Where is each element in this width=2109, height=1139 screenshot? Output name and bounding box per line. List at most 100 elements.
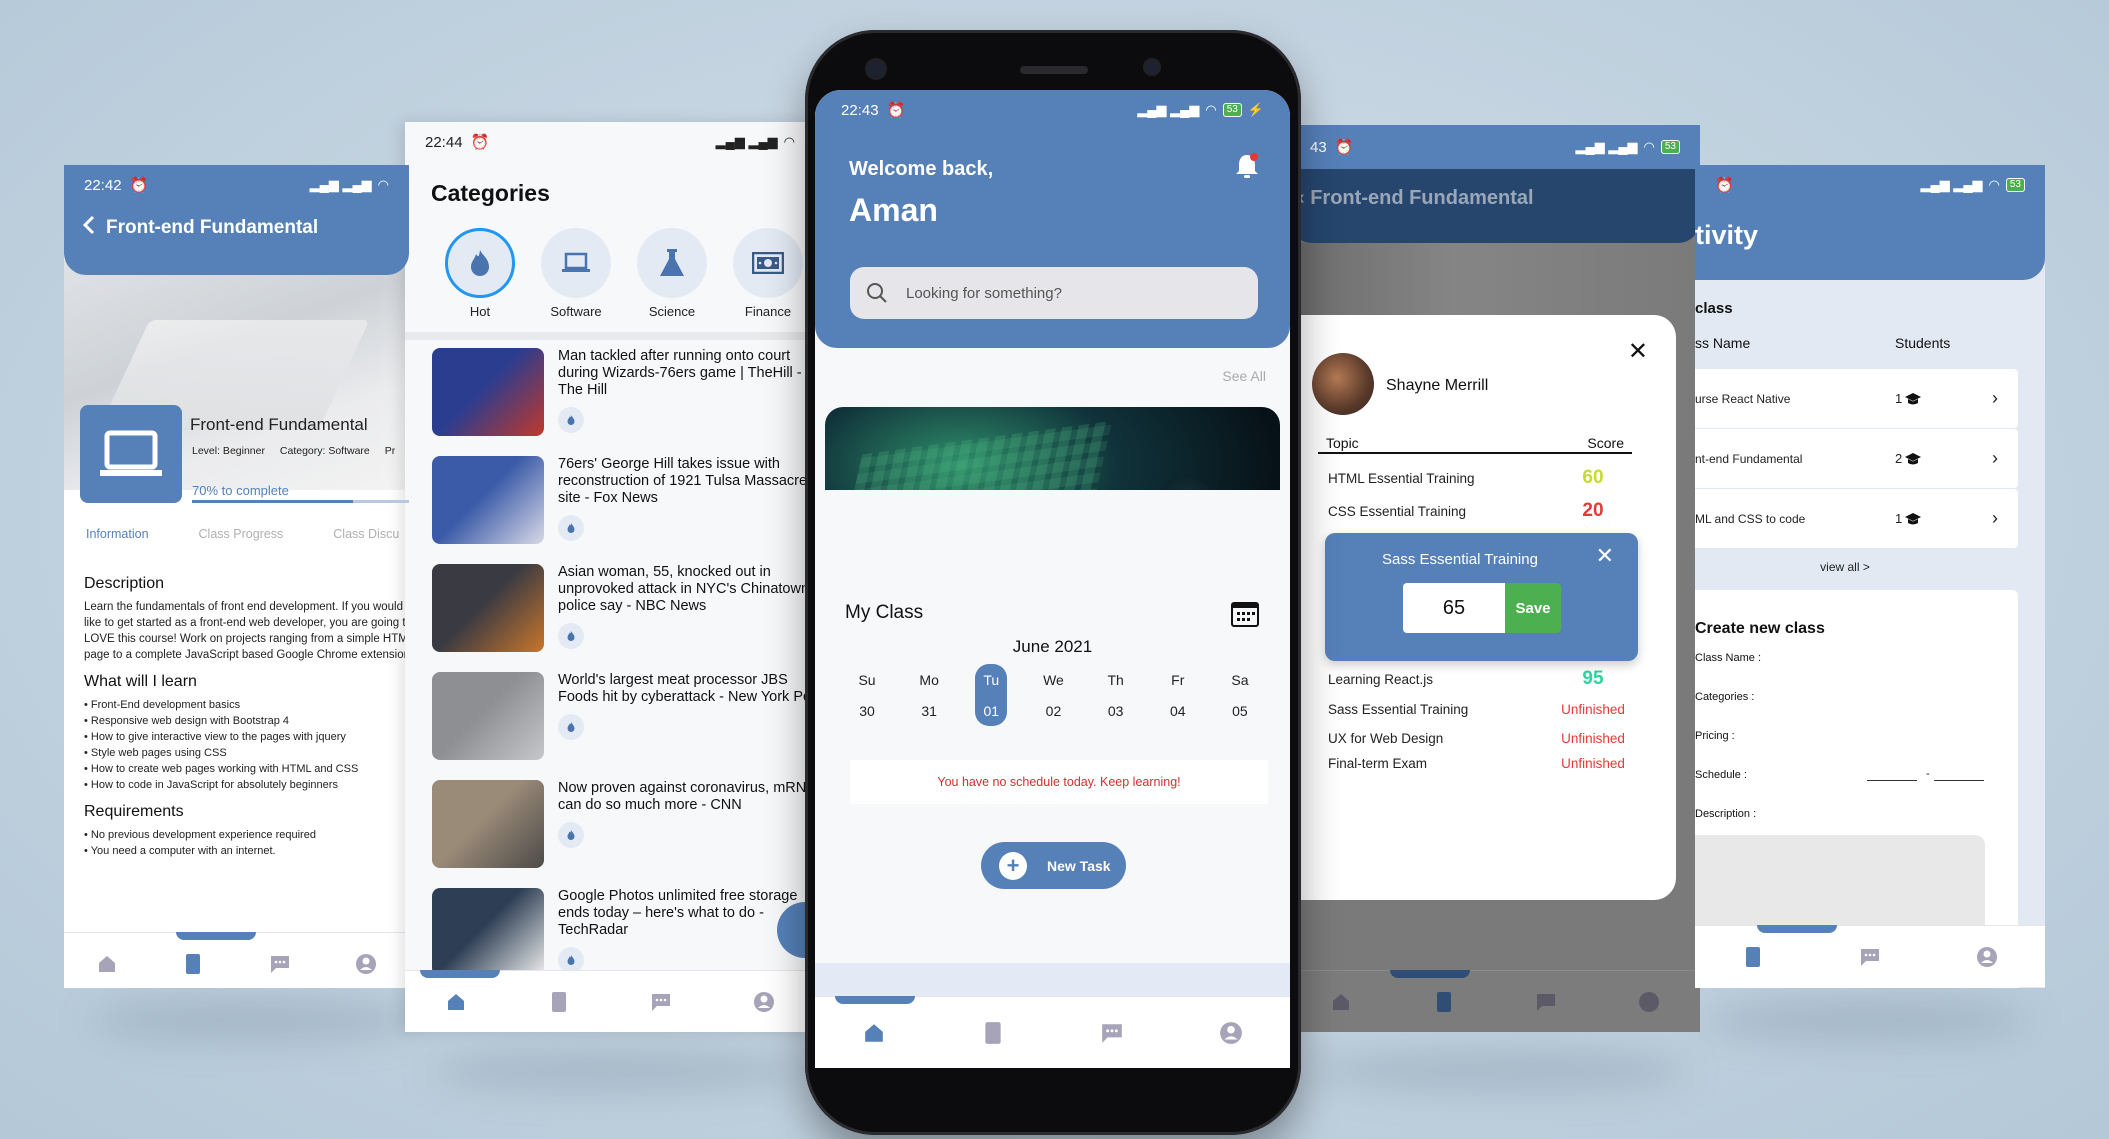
see-all-link[interactable]: See All: [1222, 368, 1266, 384]
alarm-icon: ⏰: [129, 177, 149, 194]
nav-classes[interactable]: [1739, 943, 1767, 971]
notifications-button[interactable]: [1234, 152, 1260, 185]
save-button[interactable]: Save: [1505, 583, 1561, 633]
nav-chat[interactable]: [266, 950, 294, 978]
nav-classes[interactable]: [979, 1019, 1007, 1047]
close-button[interactable]: ✕: [1596, 543, 1614, 569]
news-category-tag: [558, 714, 584, 740]
calendar-day[interactable]: Sa 05: [1224, 664, 1256, 726]
course-category: Category: Software: [279, 445, 370, 457]
day-of-week: Su: [858, 671, 876, 688]
category-finance[interactable]: Finance: [733, 228, 803, 319]
nav-classes[interactable]: [545, 988, 573, 1016]
category-science[interactable]: Science: [637, 228, 707, 319]
close-button[interactable]: ✕: [1628, 337, 1648, 366]
score-input[interactable]: [1403, 583, 1505, 633]
category-hot[interactable]: Hot: [445, 228, 515, 319]
student-count-value: 1: [1895, 391, 1903, 406]
user-name: Aman: [849, 192, 938, 228]
header-title-row: Front-end Fundamental: [82, 215, 318, 241]
bottom-nav: [64, 932, 409, 988]
status-time: 43: [1310, 138, 1327, 156]
table-row[interactable]: HTML Essential Training 60: [1328, 460, 1633, 496]
status-bar: 22:42 ⏰ ▂▄▆ ▂▄▆ ◠: [64, 165, 409, 205]
class-row[interactable]: nt-end Fundamental 2 ›: [1695, 429, 2018, 488]
nav-profile[interactable]: [1635, 988, 1663, 1016]
table-row[interactable]: Learning React.js 95: [1328, 664, 1633, 694]
nav-profile[interactable]: [352, 950, 380, 978]
nav-home[interactable]: [1327, 988, 1355, 1016]
tab-information[interactable]: Information: [86, 527, 149, 541]
nav-chat[interactable]: [1098, 1019, 1126, 1047]
table-row[interactable]: Final-term Exam Unfinished: [1328, 752, 1633, 774]
nav-classes[interactable]: [1430, 988, 1458, 1016]
student-name: Shayne Merrill: [1386, 377, 1489, 394]
chevron-right-icon: ›: [1992, 508, 1998, 528]
topic: UX for Web Design: [1328, 730, 1444, 746]
status-bar: 22:44 ⏰ ▂▄▆ ▂▄▆ ◠: [405, 122, 815, 162]
schedule-separator: -: [1926, 768, 1930, 780]
view-all-link[interactable]: view all >: [1695, 560, 1995, 574]
bell-icon: [1236, 153, 1258, 178]
page-title: tivity: [1695, 220, 1759, 250]
list-item: How to code in JavaScript for absolutely…: [84, 777, 409, 793]
search-input[interactable]: Looking for something?: [906, 285, 1062, 302]
calendar-button[interactable]: [1230, 600, 1260, 633]
category-list: Hot Software Science Finance: [445, 228, 803, 319]
shadow: [430, 1050, 810, 1090]
nav-classes[interactable]: [179, 950, 207, 978]
nav-chat[interactable]: [1856, 943, 1884, 971]
battery-icon: 53: [1222, 103, 1242, 117]
category-software[interactable]: Software: [541, 228, 611, 319]
new-task-button[interactable]: + New Task: [981, 842, 1126, 889]
alarm-icon: ⏰: [1334, 139, 1354, 156]
news-item[interactable]: Man tackled after running onto court dur…: [432, 348, 815, 456]
signal-icon: ▂▄▆ ▂▄▆: [1137, 102, 1200, 117]
description-textarea[interactable]: [1695, 835, 1985, 935]
nav-home[interactable]: [442, 988, 470, 1016]
calendar-day[interactable]: Su 30: [851, 664, 883, 726]
table-row[interactable]: UX for Web Design Unfinished: [1328, 724, 1633, 752]
nav-chat[interactable]: [647, 988, 675, 1016]
bottom-nav: [815, 996, 1290, 1068]
schedule-end-field[interactable]: [1934, 780, 1984, 781]
nav-profile[interactable]: [1217, 1019, 1245, 1047]
calendar-day[interactable]: Tu 01: [975, 664, 1008, 726]
nav-profile[interactable]: [750, 988, 778, 1016]
flame-icon: [567, 722, 575, 732]
nav-home[interactable]: [93, 950, 121, 978]
bottom-nav: [405, 970, 815, 1032]
news-title: Man tackled after running onto court dur…: [558, 348, 802, 398]
tab-class-discussion[interactable]: Class Discu: [333, 527, 399, 541]
class-row[interactable]: ML and CSS to code 1 ›: [1695, 489, 2018, 548]
profile-icon: [1638, 991, 1659, 1012]
news-item[interactable]: Now proven against coronavirus, mRNA can…: [432, 780, 815, 888]
class-row[interactable]: urse React Native 1 ›: [1695, 369, 2018, 428]
nav-home[interactable]: [860, 1019, 888, 1047]
day-date: 05: [1232, 702, 1248, 719]
day-of-week: Sa: [1231, 671, 1249, 688]
calendar-day[interactable]: Fr 04: [1162, 664, 1194, 726]
nav-profile[interactable]: [1973, 943, 2001, 971]
table-row[interactable]: CSS Essential Training 20: [1328, 496, 1633, 526]
topic: Learning React.js: [1328, 671, 1434, 687]
topic: CSS Essential Training: [1328, 503, 1467, 519]
back-button[interactable]: [82, 215, 96, 241]
calendar-day[interactable]: We 02: [1037, 664, 1069, 726]
calendar-day[interactable]: Mo 31: [913, 664, 945, 726]
flame-icon: [567, 830, 575, 840]
topic: Final-term Exam: [1328, 755, 1428, 771]
table-row[interactable]: Sass Essential Training Unfinished: [1328, 694, 1633, 724]
news-item[interactable]: 76ers' George Hill takes issue with reco…: [432, 456, 815, 564]
calendar-day[interactable]: Th 03: [1100, 664, 1132, 726]
nav-chat[interactable]: [1532, 988, 1560, 1016]
schedule-start-field[interactable]: [1867, 780, 1917, 781]
tab-class-progress[interactable]: Class Progress: [199, 527, 284, 541]
news-item[interactable]: Asian woman, 55, knocked out in unprovok…: [432, 564, 815, 672]
news-thumbnail: [432, 780, 544, 868]
class-name: nt-end Fundamental: [1695, 451, 1803, 466]
news-category-tag: [558, 623, 584, 649]
requirements-heading: Requirements: [84, 803, 184, 820]
news-item[interactable]: World's largest meat processor JBS Foods…: [432, 672, 815, 780]
search-bar[interactable]: Looking for something?: [850, 267, 1258, 319]
